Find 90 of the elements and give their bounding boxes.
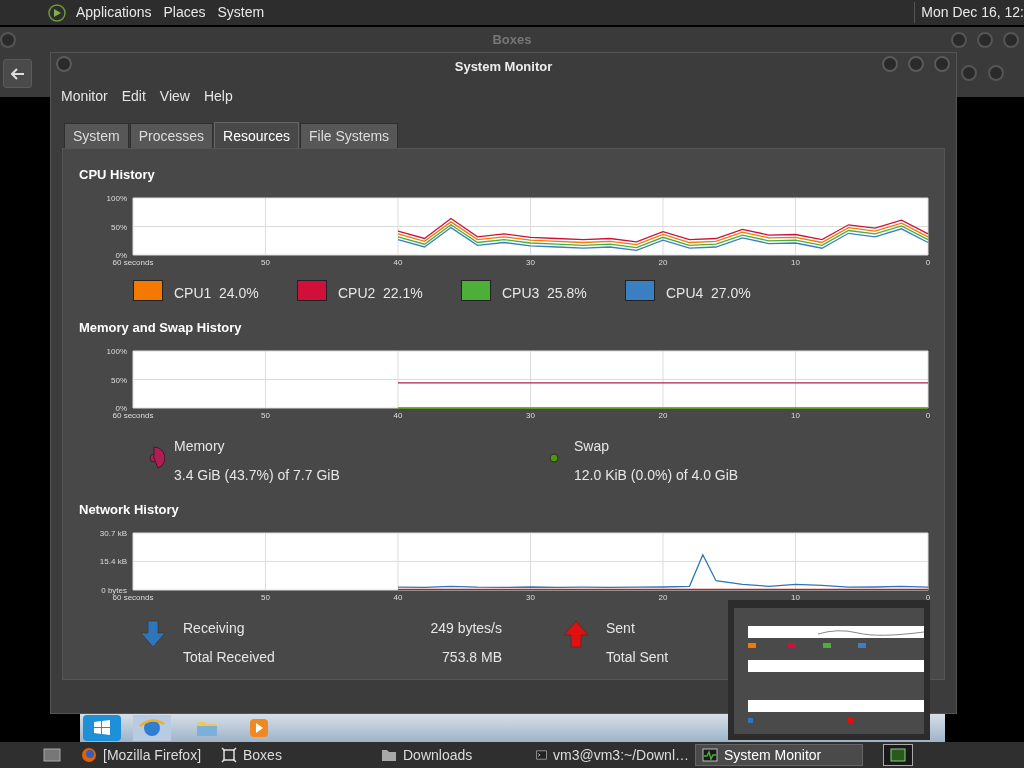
network-label: Sent xyxy=(606,619,635,638)
axis-tick-label: 20 xyxy=(658,593,668,602)
legend-swatch[interactable] xyxy=(133,280,163,301)
legend-value: 27.0% xyxy=(711,284,751,303)
terminal-icon xyxy=(536,747,548,763)
axis-tick-label: 50% xyxy=(111,222,127,232)
workspace-icon xyxy=(890,748,906,762)
taskbar-item[interactable]: System Monitor xyxy=(695,744,863,766)
taskbar-item[interactable]: [Mozilla Firefox] xyxy=(75,744,215,766)
axis-tick-label: 20 xyxy=(658,411,668,420)
axis-tick-label: 100% xyxy=(106,196,127,203)
panel-menu[interactable]: Places xyxy=(159,2,210,23)
legend-label: CPU3 xyxy=(502,284,540,303)
legend-swatch[interactable] xyxy=(297,280,327,301)
back-button[interactable] xyxy=(3,59,32,88)
axis-tick-label: 0% xyxy=(115,251,127,260)
legend-label: CPU2 xyxy=(338,284,376,303)
tab[interactable]: Processes xyxy=(129,123,214,149)
taskbar-item[interactable]: Downloads xyxy=(375,744,530,766)
axis-tick-label: 50 xyxy=(261,593,270,602)
menu-item[interactable]: View xyxy=(153,84,196,109)
axis-tick-label: 50 xyxy=(261,258,270,267)
axis-tick-label: 40 xyxy=(393,258,403,267)
axis-tick-label: 40 xyxy=(393,593,403,602)
axis-tick-label: 0 bytes xyxy=(101,586,127,595)
workspace-switcher[interactable] xyxy=(883,744,913,766)
legend-value: 24.0% xyxy=(219,284,259,303)
network-label: Receiving xyxy=(183,619,245,638)
show-desktop-icon[interactable] xyxy=(43,747,61,763)
window-title: Boxes xyxy=(492,30,532,49)
legend-label: CPU1 xyxy=(174,284,212,303)
download-arrow-icon[interactable] xyxy=(140,620,166,648)
axis-tick-label: 0% xyxy=(115,404,127,413)
memory-label: Memory xyxy=(174,437,225,456)
menu-item[interactable]: Edit xyxy=(115,84,152,109)
axis-tick-label: 60 seconds xyxy=(112,411,154,420)
axis-tick-label: 50 xyxy=(261,411,270,420)
tab[interactable]: File Systems xyxy=(299,123,399,149)
axis-tick-label: 10 xyxy=(791,411,800,420)
taskbar-item[interactable]: Boxes xyxy=(215,744,375,766)
panel-menu[interactable]: Applications xyxy=(72,2,156,23)
section-heading: Network History xyxy=(79,501,179,519)
axis-tick-label: 100% xyxy=(106,349,127,356)
section-heading: CPU History xyxy=(79,166,155,184)
network-label: Total Sent xyxy=(606,648,669,667)
axis-tick-label: 0 xyxy=(925,411,931,420)
folder-icon xyxy=(381,747,397,763)
panel-menu[interactable]: System xyxy=(213,2,269,23)
axis-tick-label: 60 seconds xyxy=(112,593,154,602)
axis-tick-label: 15.4 kB xyxy=(99,557,127,567)
legend-swatch[interactable] xyxy=(461,280,491,301)
legend-swatch[interactable] xyxy=(625,280,655,301)
axis-tick-label: 20 xyxy=(658,258,668,267)
section-heading: Memory and Swap History xyxy=(79,319,242,337)
network-label: Total Received xyxy=(183,648,275,667)
axis-tick-label: 10 xyxy=(791,593,800,602)
menu-item[interactable]: Monitor xyxy=(55,84,114,109)
axis-tick-label: 30 xyxy=(526,593,535,602)
monitor-icon xyxy=(702,747,718,763)
boxes-icon xyxy=(221,747,237,763)
tab[interactable]: Resources xyxy=(214,122,299,149)
axis-tick-label: 60 seconds xyxy=(112,258,154,267)
browser-icon[interactable] xyxy=(132,714,172,742)
tab[interactable]: System xyxy=(64,123,129,149)
axis-tick-label: 10 xyxy=(791,258,800,267)
memory-detail: 12.0 KiB (0.0%) of 4.0 GiB xyxy=(574,466,739,485)
taskbar-item[interactable]: vm3@vm3:~/Downl… xyxy=(530,744,695,766)
start-button[interactable] xyxy=(82,714,122,742)
menu-item[interactable]: Help xyxy=(197,84,239,109)
legend-value: 22.1% xyxy=(383,284,423,303)
legend-value: 25.8% xyxy=(547,284,587,303)
axis-tick-label: 30.7 kB xyxy=(99,531,127,538)
axis-tick-label: 40 xyxy=(393,411,403,420)
window-preview-drawing[interactable] xyxy=(728,600,930,740)
distro-logo-icon[interactable] xyxy=(48,3,66,22)
window-title: System Monitor xyxy=(454,57,553,76)
clock: Mon Dec 16, 12: xyxy=(914,2,1024,23)
browser-icon xyxy=(81,747,97,763)
network-value: 753.8 MB xyxy=(442,648,502,667)
back-arrow-icon xyxy=(10,67,25,80)
upload-arrow-icon[interactable] xyxy=(563,620,589,648)
memory-label: Swap xyxy=(574,437,610,456)
axis-tick-label: 0 xyxy=(925,258,931,267)
memory-detail: 3.4 GiB (43.7%) of 7.7 GiB xyxy=(174,466,340,485)
network-value: 249 bytes/s xyxy=(430,619,502,638)
axis-tick-label: 30 xyxy=(526,411,535,420)
axis-tick-label: 30 xyxy=(526,258,535,267)
axis-tick-label: 0 xyxy=(925,593,931,602)
axis-tick-label: 50% xyxy=(111,375,127,385)
legend-label: CPU4 xyxy=(666,284,704,303)
